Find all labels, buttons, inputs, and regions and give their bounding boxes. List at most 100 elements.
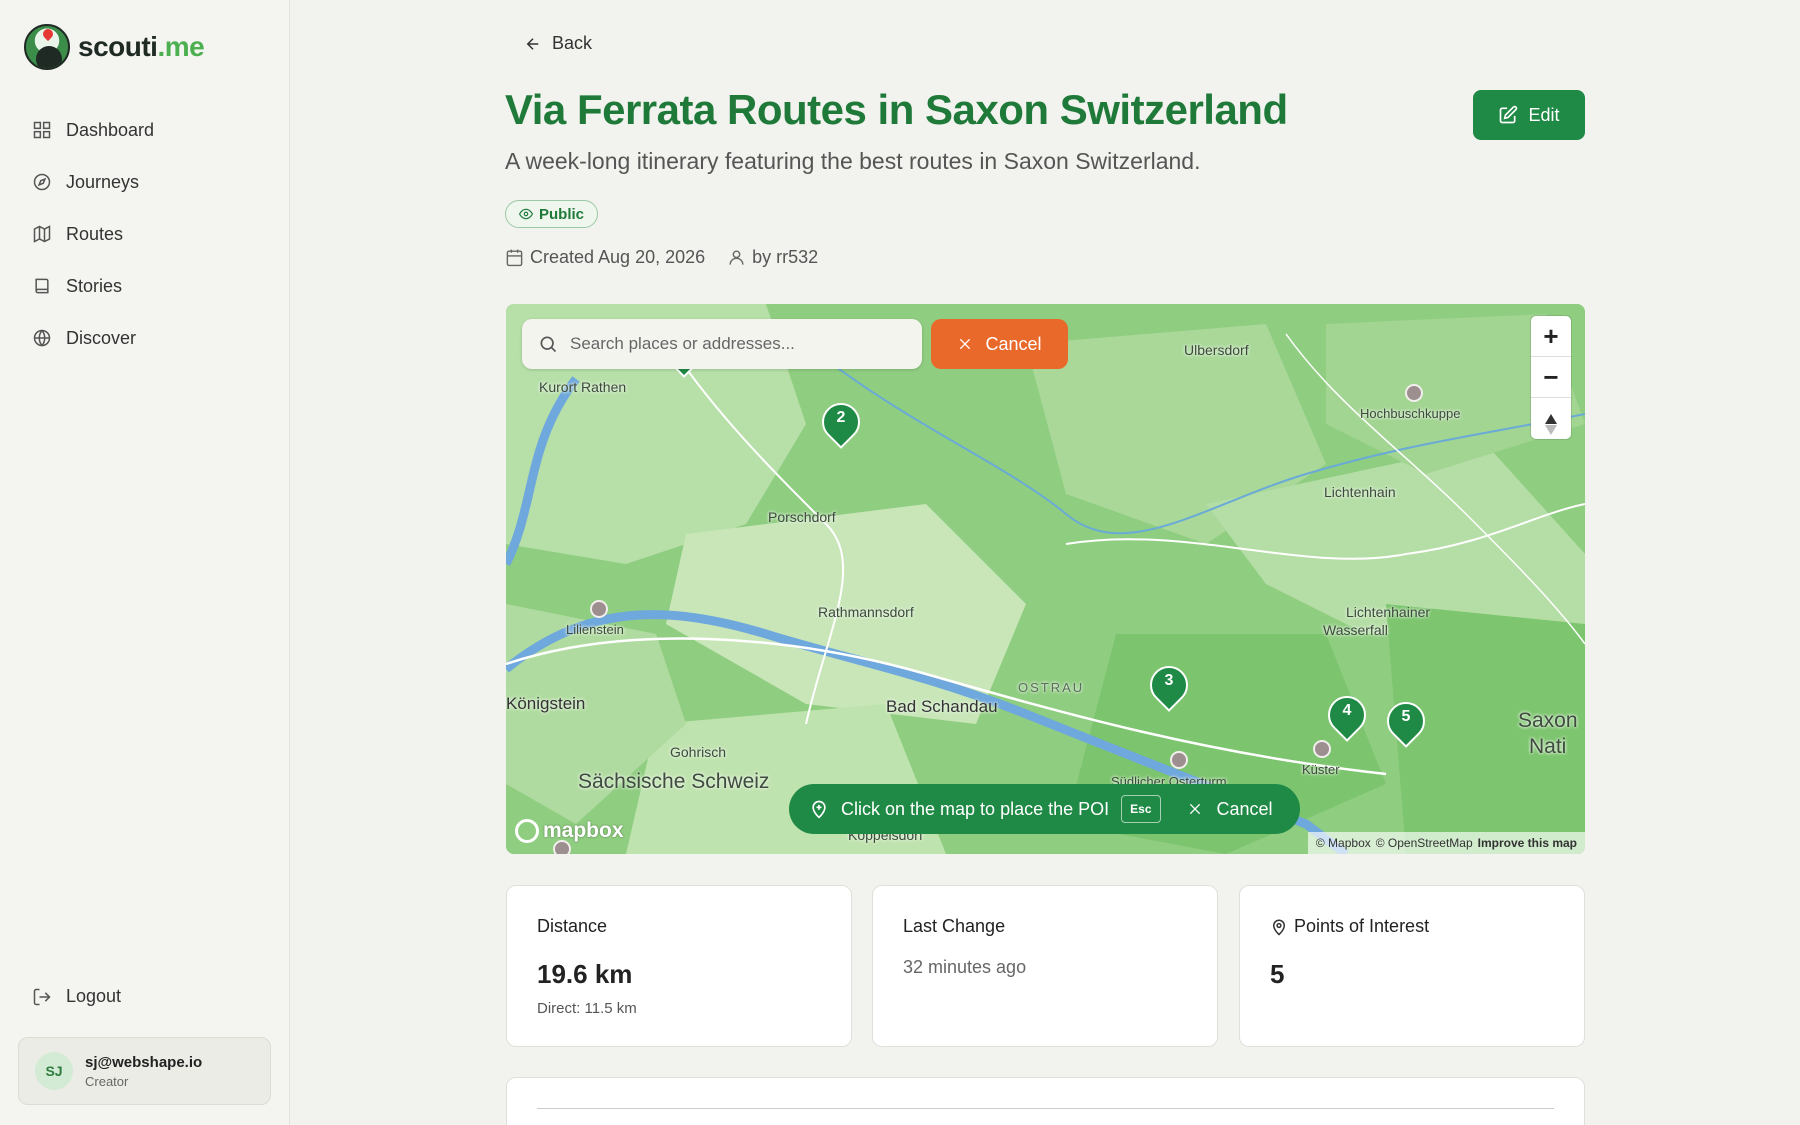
last-change-label: Last Change — [903, 916, 1006, 936]
divider — [537, 1108, 1554, 1109]
sidebar-item-routes[interactable]: Routes — [20, 208, 270, 260]
poi-count-card: Points of Interest 5 — [1239, 885, 1585, 1047]
sidebar-item-label: Routes — [66, 223, 124, 244]
attribution-mapbox[interactable]: © Mapbox — [1316, 836, 1371, 850]
logo-mark-icon — [24, 24, 70, 70]
logout-label: Logout — [66, 986, 122, 1006]
place-label: Hochbuschkuppe — [1360, 406, 1461, 421]
sidebar-item-label: Stories — [66, 275, 123, 296]
distance-value: 19.6 km — [537, 959, 633, 989]
user-icon — [729, 250, 744, 265]
search-icon — [540, 336, 557, 353]
logout-icon — [33, 988, 51, 1005]
map-pin-plus-icon — [812, 800, 826, 819]
sidebar-item-journeys[interactable]: Journeys — [20, 156, 270, 208]
visibility-badge: Public — [505, 200, 599, 228]
sidebar-item-label: Journeys — [66, 171, 140, 192]
map-cancel-button[interactable]: Cancel — [931, 319, 1068, 369]
distance-label: Distance — [537, 916, 608, 936]
map-icon — [33, 225, 51, 243]
sidebar-item-label: Discover — [66, 327, 137, 348]
map-search — [522, 319, 922, 369]
back-button[interactable]: Back — [524, 33, 592, 54]
poi-marker[interactable]: 4 — [1320, 688, 1374, 748]
hint-cancel-label: Cancel — [1216, 798, 1273, 819]
place-poi-hint: Click on the map to place the POI Esc Ca… — [789, 784, 1300, 834]
close-icon — [960, 338, 971, 350]
place-label: Kurort Rathen — [539, 379, 627, 395]
last-change-card: Last Change 32 minutes ago — [872, 885, 1218, 1047]
sidebar-item-dashboard[interactable]: Dashboard — [20, 104, 270, 156]
page-title: Via Ferrata Routes in Saxon Switzerland — [505, 86, 1288, 133]
logo-text: scouti — [78, 31, 158, 62]
zoom-in-button[interactable]: + — [1531, 316, 1571, 357]
edit-button[interactable]: Edit — [1473, 90, 1585, 140]
page-subtitle: A week-long itinerary featuring the best… — [505, 148, 1201, 174]
close-icon — [1189, 803, 1200, 815]
place-label: Bad Schandau — [886, 697, 998, 716]
user-role: Creator — [85, 1073, 129, 1089]
place-label: OSTRAU — [1018, 680, 1085, 695]
mapbox-icon — [515, 819, 539, 843]
mapbox-logo[interactable]: mapbox — [515, 819, 624, 843]
place-label: Sächsische Schweiz — [578, 770, 770, 793]
zoom-out-button[interactable]: − — [1531, 357, 1571, 398]
place-label: Küster — [1302, 762, 1340, 777]
place-label: Gohrisch — [670, 744, 727, 760]
edit-label: Edit — [1528, 104, 1560, 125]
last-change-value: 32 minutes ago — [903, 957, 1027, 977]
reset-north-button[interactable] — [1531, 398, 1571, 439]
sidebar-item-label: Dashboard — [66, 119, 155, 140]
distance-card: Distance 19.6 km Direct: 11.5 km — [506, 885, 852, 1047]
place-label: Porschdorf — [768, 509, 836, 525]
created-date: Created Aug 20, 2026 — [530, 247, 706, 267]
visibility-label: Public — [539, 205, 585, 223]
sidebar-item-stories[interactable]: Stories — [20, 260, 270, 312]
poi-count-label: Points of Interest — [1294, 916, 1430, 936]
details-card — [506, 1077, 1585, 1125]
compass-icon — [1545, 413, 1557, 435]
direct-distance: Direct: 11.5 km — [537, 1000, 637, 1017]
map-attribution: © Mapbox © OpenStreetMap Improve this ma… — [1307, 832, 1585, 854]
improve-map-link[interactable]: Improve this map — [1478, 836, 1577, 850]
poi-icon — [1405, 384, 1423, 402]
route-map[interactable]: Kurort Rathen Ulbersdorf Hochbuschkuppe … — [506, 304, 1585, 854]
user-email: sj@webshape.io — [85, 1053, 203, 1071]
poi-marker[interactable]: 5 — [1379, 694, 1433, 754]
hint-text: Click on the map to place the POI — [841, 798, 1110, 819]
globe-icon — [33, 329, 51, 347]
map-cancel-label: Cancel — [985, 333, 1042, 354]
map-pin-icon — [1272, 919, 1286, 935]
poi-marker[interactable]: 3 — [1142, 658, 1196, 718]
meta-row: Created Aug 20, 2026 by rr532 — [505, 247, 818, 268]
hint-cancel-button[interactable]: Cancel — [1187, 799, 1273, 820]
poi-count-value: 5 — [1270, 959, 1285, 989]
user-card[interactable]: SJ sj@webshape.io Creator — [18, 1037, 271, 1105]
sidebar-item-discover[interactable]: Discover — [20, 312, 270, 364]
edit-icon — [1500, 105, 1518, 124]
grid-icon — [33, 121, 51, 139]
mapbox-label: mapbox — [543, 819, 624, 842]
book-icon — [35, 278, 49, 294]
place-label: Lichtenhain — [1324, 484, 1396, 500]
logout-button[interactable]: Logout — [32, 986, 121, 1007]
calendar-icon — [506, 249, 523, 267]
search-input[interactable] — [570, 334, 900, 354]
place-label: Ulbersdorf — [1184, 342, 1249, 358]
avatar: SJ — [35, 1052, 73, 1090]
logo-accent: .me — [157, 31, 205, 62]
sidebar-nav: Dashboard Journeys Routes Stories Discov… — [20, 104, 270, 364]
map-zoom-controls: + − — [1531, 316, 1571, 439]
poi-marker[interactable]: 2 — [814, 395, 868, 455]
sidebar: scouti.me Dashboard Journeys Routes Stor… — [0, 0, 290, 1125]
author: by rr532 — [752, 247, 819, 267]
arrow-left-icon — [526, 37, 539, 50]
place-label: Lilienstein — [566, 622, 624, 637]
app-logo[interactable]: scouti.me — [24, 24, 205, 70]
poi-icon — [1170, 751, 1188, 769]
place-label: Königstein — [506, 694, 586, 713]
place-label: Saxon — [1518, 709, 1578, 732]
poi-icon — [590, 600, 608, 618]
attribution-osm[interactable]: © OpenStreetMap — [1376, 836, 1473, 850]
back-label: Back — [552, 33, 593, 53]
